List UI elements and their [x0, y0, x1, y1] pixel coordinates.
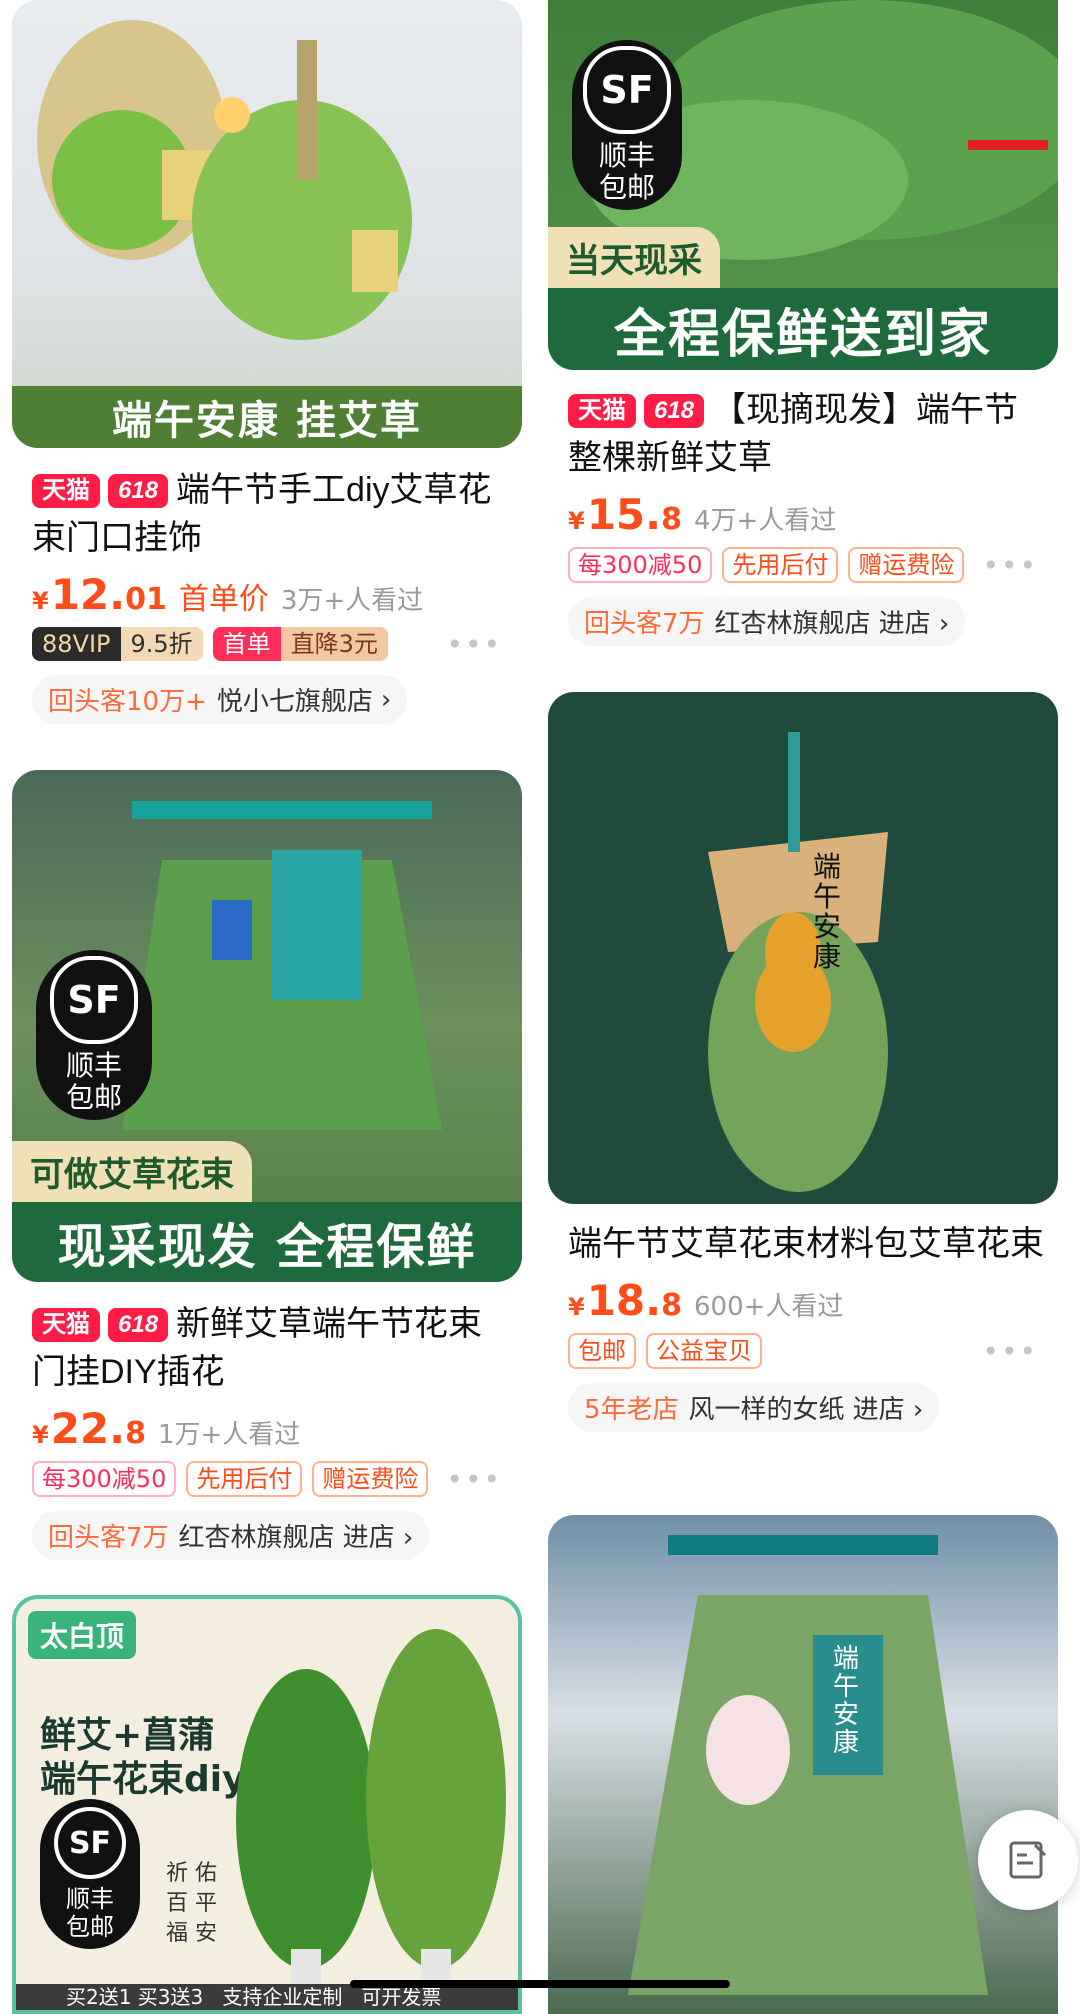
feedback-fab[interactable] [978, 1810, 1078, 1910]
store-link[interactable]: 回头客10万+ 悦小七旗舰店 › [32, 675, 408, 724]
store-name: 红杏林旗舰店 [714, 609, 871, 639]
product-card[interactable]: 端午安康 [548, 1515, 1068, 2014]
image-banner: 现采现发 全程保鲜 [12, 1202, 522, 1282]
image-banner: 端午安康 挂艾草 [12, 386, 522, 448]
product-card[interactable]: 端午安康 端午节艾草花束材料包艾草花束 ¥18.8 600+人看过 包邮 公益宝… [548, 692, 1068, 1432]
repeat-customers: 回头客7万 [48, 1523, 169, 1553]
repeat-customers: 回头客7万 [584, 609, 705, 639]
enter-store-chevron-icon: › [380, 684, 392, 715]
product-image[interactable]: 端午安康 [548, 1515, 1058, 2014]
enter-store-chevron-icon: 进店 › [878, 609, 950, 639]
more-options-icon[interactable]: ••• [982, 1335, 1038, 1368]
first-order-discount-badge: 首单 直降3元 [212, 627, 388, 661]
repeat-customers: 回头客10万+ [48, 687, 207, 717]
image-subtag: 当天现采 [548, 227, 720, 288]
promo-tag: 先用后付 [186, 1461, 303, 1497]
promo-tag: 先用后付 [722, 547, 839, 583]
sf-logo-icon: SF [583, 46, 671, 134]
edit-note-icon [1009, 1841, 1047, 1879]
promo-tag: 包邮 [568, 1333, 636, 1369]
sf-free-shipping-badge: SF 顺丰 包邮 [572, 40, 682, 210]
vip-discount-badge: 88VIP 9.5折 [32, 627, 203, 661]
product-title[interactable]: 天猫 618 新鲜艾草端午节花束门挂DIY插花 [32, 1300, 512, 1396]
image-subtag: 可做艾草花束 [12, 1141, 252, 1202]
promo-tag: 公益宝贝 [646, 1333, 762, 1369]
sf-logo-icon: SF [54, 1807, 126, 1879]
viewers-count: 600+人看过 [693, 1292, 844, 1322]
more-options-icon[interactable]: ••• [446, 628, 502, 661]
home-indicator [350, 1980, 730, 1988]
price-row: ¥12.01 首单价 3万+人看过 [32, 570, 532, 619]
more-options-icon[interactable]: ••• [982, 549, 1038, 582]
promo-row: 包邮 公益宝贝 ••• [568, 1333, 1038, 1369]
repeat-customers: 5年老店 [584, 1395, 679, 1425]
promo-tag: 每300减50 [32, 1461, 177, 1497]
product-image[interactable]: 端午安康 [548, 692, 1058, 1204]
price: ¥12.01 [32, 570, 167, 619]
product-illustration [628, 1535, 988, 1995]
price: ¥15.8 [568, 490, 682, 539]
product-card[interactable]: 太白顶 鲜艾+菖蒲 端午花束diy SF 顺丰 包邮 祈 佑 百 平 福 安 买2… [12, 1595, 532, 2014]
sf-logo-icon: SF [50, 956, 138, 1044]
viewers-count: 4万+人看过 [693, 506, 837, 536]
sf-free-shipping-badge: SF 顺丰 包邮 [36, 950, 152, 1120]
price: ¥22.8 [32, 1404, 146, 1453]
product-title[interactable]: 天猫 618 端午节手工diy艾草花束门口挂饰 [32, 466, 512, 562]
promo-tag: 赠运费险 [312, 1461, 429, 1497]
price-row: ¥15.8 4万+人看过 [568, 490, 1068, 539]
product-card[interactable]: SF 顺丰 包邮 可做艾草花束 现采现发 全程保鲜 天猫 618 新鲜艾草端午节花束门… [12, 770, 532, 1560]
promo-row: 每300减50 先用后付 赠运费险 ••• [32, 1461, 502, 1497]
image-banner: 全程保鲜送到家 [548, 288, 1058, 370]
enter-store-chevron-icon: 进店 › [342, 1523, 414, 1553]
promo-row: 88VIP 9.5折 首单 直降3元 ••• [32, 627, 502, 661]
promo-tag: 每300减50 [568, 547, 713, 583]
tmall-tag: 天猫 [32, 474, 100, 508]
price: ¥18.8 [568, 1276, 682, 1325]
image-tag-text: 端午安康 [813, 850, 842, 973]
store-link[interactable]: 回头客7万 红杏林旗舰店 进店 › [32, 1511, 430, 1560]
product-illustration [37, 20, 412, 340]
product-card[interactable]: SF 顺丰 包邮 当天现采 全程保鲜送到家 天猫 618 【现摘现发】端午节整棵新鲜艾… [548, 0, 1068, 646]
618-tag: 618 [108, 474, 169, 508]
product-title[interactable]: 端午节艾草花束材料包艾草花束 [568, 1220, 1048, 1268]
product-image[interactable]: 太白顶 鲜艾+菖蒲 端午花束diy SF 顺丰 包邮 祈 佑 百 平 福 安 买2… [12, 1595, 522, 2014]
product-illustration [708, 732, 888, 1192]
618-tag: 618 [644, 394, 705, 428]
promo-tag: 赠运费险 [848, 547, 965, 583]
store-link[interactable]: 5年老店 风一样的女纸 进店 › [568, 1383, 940, 1432]
product-title[interactable]: 天猫 618 【现摘现发】端午节整棵新鲜艾草 [568, 386, 1048, 482]
tmall-tag: 天猫 [568, 394, 636, 428]
more-options-icon[interactable]: ••• [446, 1463, 502, 1496]
promo-row: 每300减50 先用后付 赠运费险 ••• [568, 547, 1038, 583]
viewers-count: 1万+人看过 [157, 1420, 301, 1450]
blessing-text: 祈 佑 百 平 福 安 [166, 1861, 217, 1946]
store-link[interactable]: 回头客7万 红杏林旗舰店 进店 › [568, 597, 966, 646]
store-name: 红杏林旗舰店 [178, 1523, 335, 1553]
first-order-price-label: 首单价 [178, 582, 269, 617]
product-card[interactable]: 端午安康 挂艾草 天猫 618 端午节手工diy艾草花束门口挂饰 ¥12.01 首单… [12, 0, 532, 724]
618-tag: 618 [108, 1308, 169, 1342]
price-row: ¥22.8 1万+人看过 [32, 1404, 532, 1453]
store-name: 风一样的女纸 [688, 1395, 845, 1425]
price-row: ¥18.8 600+人看过 [568, 1276, 1068, 1325]
tmall-tag: 天猫 [32, 1308, 100, 1342]
product-image[interactable]: 端午安康 挂艾草 [12, 0, 522, 448]
sf-free-shipping-badge: SF 顺丰 包邮 [40, 1799, 140, 1949]
image-tag-text: 端午安康 [833, 1644, 860, 1758]
product-image[interactable]: SF 顺丰 包邮 可做艾草花束 现采现发 全程保鲜 [12, 770, 522, 1282]
product-image[interactable]: SF 顺丰 包邮 当天现采 全程保鲜送到家 [548, 0, 1058, 370]
enter-store-chevron-icon: 进店 › [852, 1395, 924, 1425]
store-name: 悦小七旗舰店 [216, 687, 373, 717]
viewers-count: 3万+人看过 [280, 586, 424, 616]
